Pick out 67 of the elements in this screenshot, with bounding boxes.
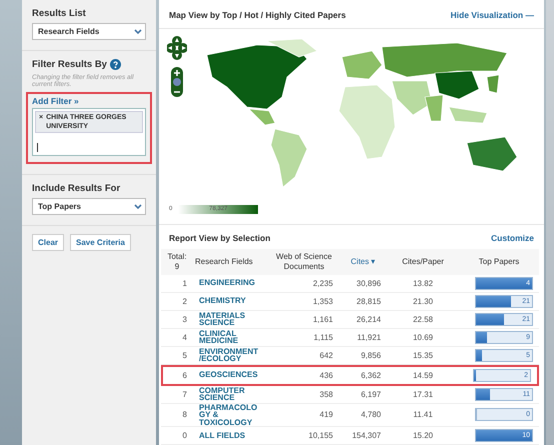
- table-cell: 13.82: [387, 274, 459, 292]
- report-title: Report View by Selection: [169, 232, 270, 242]
- rank-cell: 5: [161, 346, 193, 364]
- column-header: Cites/Paper: [387, 248, 459, 274]
- results-list-label: Results List: [32, 8, 87, 19]
- table-cell: 1,115: [269, 328, 339, 346]
- table-cell: 15.35: [387, 346, 459, 364]
- table-cell: 21.30: [387, 292, 459, 310]
- table-cell: 6,197: [339, 386, 387, 404]
- table-cell: 11,921: [339, 328, 387, 346]
- table-cell: 642: [269, 346, 339, 364]
- add-filter-link[interactable]: Add Filter »: [32, 96, 146, 106]
- field-link[interactable]: CHEMISTRY: [199, 297, 246, 305]
- table-cell: 30,896: [339, 274, 387, 292]
- rank-cell: 2: [161, 292, 193, 310]
- table-cell: 15.20: [387, 427, 459, 445]
- column-header: Research Fields: [193, 248, 269, 274]
- clear-button[interactable]: Clear: [32, 234, 64, 251]
- rank-cell: 1: [161, 274, 193, 292]
- table-cell: 10,155: [269, 427, 339, 445]
- table-cell: 26,214: [339, 310, 387, 328]
- table-cell: 17.31: [387, 386, 459, 404]
- table-cell: 154,307: [339, 427, 387, 445]
- table-cell: 14.59: [387, 364, 459, 386]
- table-cell: 1,161: [269, 310, 339, 328]
- table-cell: 436: [269, 364, 339, 386]
- field-link[interactable]: CLINICAL MEDICINE: [199, 330, 259, 344]
- hide-visualization-link[interactable]: Hide Visualization —: [450, 10, 534, 20]
- zoom-control-icon[interactable]: [171, 67, 183, 97]
- table-cell: 419: [269, 404, 339, 427]
- map-title: Map View by Top / Hot / Highly Cited Papers: [169, 10, 346, 20]
- rank-cell: 4: [161, 328, 193, 346]
- field-link[interactable]: COMPUTER SCIENCE: [199, 386, 259, 402]
- include-results-dropdown[interactable]: Top Papers: [32, 198, 146, 215]
- rank-cell: 0: [161, 427, 193, 445]
- table-cell: 28,815: [339, 292, 387, 310]
- column-header: Total: 9: [161, 248, 193, 274]
- filter-label: Filter Results By: [32, 59, 107, 70]
- table-cell: 4,780: [339, 404, 387, 427]
- help-icon[interactable]: [110, 59, 121, 70]
- field-link[interactable]: ENVIRONMENT/ECOLOGY: [199, 348, 259, 362]
- chevron-icon: [134, 28, 142, 34]
- rank-cell: 8: [161, 404, 193, 427]
- column-header[interactable]: Cites ▾: [339, 248, 387, 274]
- column-header: Web of Science Documents: [269, 248, 339, 274]
- field-link[interactable]: GEOSCIENCES: [199, 371, 258, 379]
- field-link[interactable]: MATERIALS SCIENCE: [199, 312, 259, 326]
- field-link[interactable]: PHARMACOLOGY & TOXICOLOGY: [199, 404, 259, 426]
- table-cell: 6,362: [339, 364, 387, 386]
- chevron-icon: [134, 204, 142, 210]
- table-cell: 22.58: [387, 310, 459, 328]
- rank-cell: 3: [161, 310, 193, 328]
- table-cell: 10.69: [387, 328, 459, 346]
- field-link[interactable]: ALL FIELDS: [199, 432, 246, 440]
- results-list-dropdown[interactable]: Research Fields: [32, 23, 146, 40]
- table-cell: 358: [269, 386, 339, 404]
- table-cell: 2,235: [269, 274, 339, 292]
- table-cell: 1,353: [269, 292, 339, 310]
- rank-cell: 7: [161, 386, 193, 404]
- field-link[interactable]: ENGINEERING: [199, 279, 256, 287]
- column-header: Top Papers: [459, 248, 539, 274]
- customize-link[interactable]: Customize: [491, 232, 534, 242]
- table-cell: 11.41: [387, 404, 459, 427]
- rank-cell: 6: [161, 364, 193, 386]
- table-cell: 9,856: [339, 346, 387, 364]
- save-criteria-button[interactable]: Save Criteria: [70, 234, 131, 251]
- include-results-label: Include Results For: [32, 183, 122, 194]
